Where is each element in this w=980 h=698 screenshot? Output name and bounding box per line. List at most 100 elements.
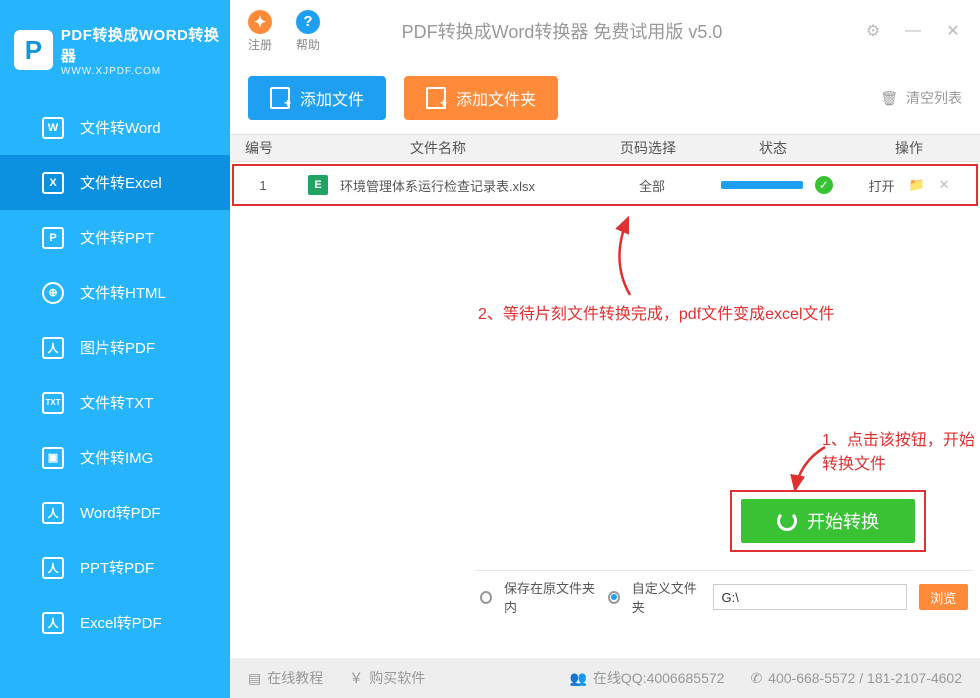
nav-file-to-word[interactable]: W文件转Word	[0, 100, 230, 155]
nav-label: 文件转Word	[80, 117, 161, 138]
folder-open-icon[interactable]: 📁	[908, 177, 924, 193]
file-icon	[270, 87, 290, 109]
page-select[interactable]: 全部	[592, 176, 712, 195]
remove-icon[interactable]: ✕	[939, 177, 950, 193]
nav: W文件转Word X文件转Excel P文件转PPT ⊕文件转HTML 人图片转…	[0, 100, 230, 650]
titlebar: ✦ 注册 ? 帮助 PDF转换成Word转换器 免费试用版 v5.0 ⚙ — ✕	[230, 0, 980, 62]
table-row[interactable]: 1 E 环境管理体系运行检查记录表.xlsx 全部 ✓ 打开 📁 ✕	[232, 164, 978, 206]
nav-label: 文件转PPT	[80, 227, 154, 248]
start-label: 开始转换	[807, 508, 879, 534]
sidebar: P PDF转换成WORD转换器 WWW.XJPDF.COM W文件转Word X…	[0, 0, 230, 698]
annotation-step1: 1、点击该按钮，开始转换文件	[822, 426, 980, 474]
toolbar: 添加文件 添加文件夹 🗑 清空列表	[230, 62, 980, 134]
phone-icon: ✆	[750, 670, 762, 687]
progress-bar	[721, 181, 803, 189]
nav-label: Excel转PDF	[80, 612, 162, 633]
clear-label: 清空列表	[906, 88, 962, 108]
pdf-icon: 人	[42, 502, 64, 524]
nav-file-to-excel[interactable]: X 文件转Excel	[0, 155, 230, 210]
register-label: 注册	[248, 36, 272, 53]
pdf-icon: 人	[42, 337, 64, 359]
txt-icon: TXT	[42, 392, 64, 414]
col-name-header: 文件名称	[288, 138, 588, 158]
window-title: PDF转换成Word转换器 免费试用版 v5.0	[320, 18, 804, 44]
img-icon: ▣	[42, 447, 64, 469]
trash-icon: 🗑	[880, 90, 898, 107]
excel-icon: X	[42, 172, 64, 194]
browse-button[interactable]: 浏览	[919, 584, 968, 610]
clear-list-button[interactable]: 🗑 清空列表	[880, 88, 962, 108]
app-title: PDF转换成WORD转换器	[61, 24, 230, 66]
register-button[interactable]: ✦ 注册	[248, 10, 272, 53]
nav-label: 文件转IMG	[80, 447, 153, 468]
phone-label: 400-668-5572 / 181-2107-4602	[768, 670, 962, 686]
yen-icon: ￥	[349, 668, 363, 688]
nav-file-to-html[interactable]: ⊕ 文件转HTML	[0, 265, 230, 320]
pdf-icon: 人	[42, 557, 64, 579]
col-num-header: 编号	[230, 138, 288, 158]
settings-icon[interactable]: ⚙	[864, 22, 882, 40]
nav-image-to-pdf[interactable]: 人图片转PDF	[0, 320, 230, 375]
check-icon: ✓	[815, 176, 833, 194]
people-icon: 👥	[569, 670, 586, 687]
qq-label: 在线QQ:4006685572	[593, 668, 725, 688]
help-icon: ?	[296, 10, 320, 34]
nav-label: 文件转TXT	[80, 392, 153, 413]
nav-excel-to-pdf[interactable]: 人 Excel转PDF	[0, 595, 230, 650]
custom-folder-label: 自定义文件夹	[632, 578, 701, 616]
col-status-header: 状态	[708, 138, 838, 158]
tutorial-link[interactable]: ▤ 在线教程	[248, 668, 323, 688]
start-convert-button[interactable]: 开始转换	[741, 499, 915, 543]
qq-info: 👥 在线QQ:4006685572	[569, 668, 724, 688]
nav-word-to-pdf[interactable]: 人 Word转PDF	[0, 485, 230, 540]
nav-label: 文件转HTML	[80, 282, 166, 303]
folder-icon	[426, 87, 446, 109]
main: ✦ 注册 ? 帮助 PDF转换成Word转换器 免费试用版 v5.0 ⚙ — ✕…	[230, 0, 980, 698]
radio-same-folder[interactable]	[480, 591, 492, 604]
excel-file-icon: E	[308, 175, 328, 195]
nav-file-to-img[interactable]: ▣ 文件转IMG	[0, 430, 230, 485]
help-button[interactable]: ? 帮助	[296, 10, 320, 53]
logo-icon: P	[14, 30, 53, 70]
add-folder-button[interactable]: 添加文件夹	[404, 76, 558, 120]
path-input[interactable]	[713, 584, 907, 610]
ppt-icon: P	[42, 227, 64, 249]
status-cell: ✓	[712, 176, 842, 194]
tutorial-label: 在线教程	[267, 668, 323, 688]
add-folder-label: 添加文件夹	[456, 86, 536, 110]
radio-custom-folder[interactable]	[608, 591, 620, 604]
open-link[interactable]: 打开	[868, 176, 894, 195]
footer: ▤ 在线教程 ￥ 购买软件 👥 在线QQ:4006685572 ✆ 400-668-55…	[230, 658, 980, 698]
start-highlight: 开始转换	[730, 490, 926, 552]
nav-file-to-ppt[interactable]: P 文件转PPT	[0, 210, 230, 265]
same-folder-label: 保存在原文件夹内	[504, 578, 596, 616]
add-file-button[interactable]: 添加文件	[248, 76, 386, 120]
help-label: 帮助	[296, 36, 320, 53]
close-icon[interactable]: ✕	[944, 22, 962, 40]
row-num: 1	[234, 178, 292, 193]
buy-label: 购买软件	[369, 668, 425, 688]
divider	[476, 570, 972, 571]
col-page-header: 页码选择	[588, 138, 708, 158]
phone-info: ✆ 400-668-5572 / 181-2107-4602	[750, 670, 962, 687]
app-subtitle: WWW.XJPDF.COM	[61, 66, 230, 77]
user-icon: ✦	[248, 10, 272, 34]
spinner-icon	[777, 511, 797, 531]
nav-label: PPT转PDF	[80, 557, 154, 578]
col-action-header: 操作	[838, 138, 980, 158]
nav-label: 图片转PDF	[80, 337, 155, 358]
globe-icon: ⊕	[42, 282, 64, 304]
arrow-icon	[600, 210, 660, 300]
nav-label: 文件转Excel	[80, 172, 162, 193]
nav-file-to-txt[interactable]: TXT 文件转TXT	[0, 375, 230, 430]
nav-ppt-to-pdf[interactable]: 人 PPT转PDF	[0, 540, 230, 595]
minimize-icon[interactable]: —	[904, 22, 922, 40]
logo: P PDF转换成WORD转换器 WWW.XJPDF.COM	[0, 0, 230, 100]
annotation-step2: 2、等待片刻文件转换完成，pdf文件变成excel文件	[478, 300, 835, 324]
pdf-icon: 人	[42, 612, 64, 634]
file-name: 环境管理体系运行检查记录表.xlsx	[340, 176, 535, 195]
buy-link[interactable]: ￥ 购买软件	[349, 668, 425, 688]
book-icon: ▤	[248, 670, 261, 687]
nav-label: Word转PDF	[80, 502, 161, 523]
save-row: 保存在原文件夹内 自定义文件夹 浏览	[480, 578, 968, 616]
